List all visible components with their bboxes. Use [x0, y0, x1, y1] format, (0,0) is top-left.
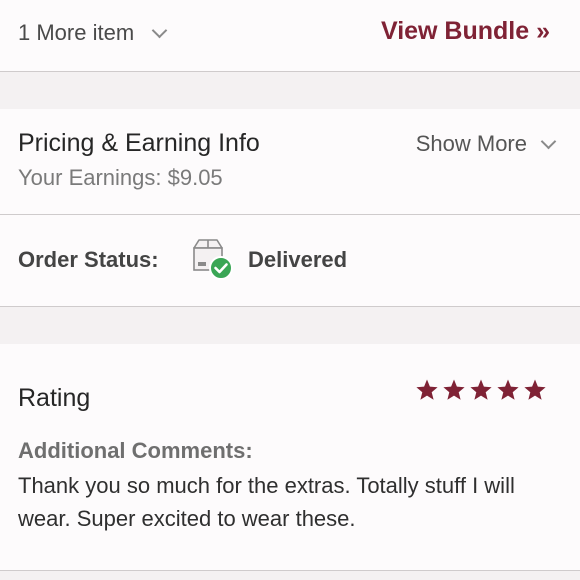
star-icon	[496, 378, 520, 402]
star-icon	[469, 378, 493, 402]
bundle-row: 1 More item View Bundle »	[0, 0, 580, 72]
rating-section: Rating Additional Comments: Thank you so…	[0, 344, 580, 570]
show-more-label: Show More	[415, 131, 527, 156]
show-more-toggle[interactable]: Show More	[415, 131, 557, 157]
comments-text: Thank you so much for the extras. Totall…	[18, 473, 515, 531]
order-status-value: Delivered	[248, 247, 348, 272]
order-status-label: Order Status:	[18, 247, 159, 272]
more-items-toggle[interactable]: 1 More item	[18, 20, 168, 46]
section-gap	[0, 307, 580, 344]
rating-title: Rating	[18, 384, 91, 412]
order-status-section: Order Status: Delivered	[0, 215, 580, 307]
chevron-down-icon	[540, 133, 557, 149]
star-icon	[442, 378, 466, 402]
section-gap	[0, 72, 580, 109]
earnings-text: Your Earnings: $9.05	[18, 165, 223, 190]
view-bundle-link[interactable]: View Bundle »	[381, 17, 550, 46]
delivered-box-check-icon	[190, 237, 236, 283]
star-rating	[415, 378, 547, 402]
more-items-label: 1 More item	[18, 20, 135, 45]
star-icon	[523, 378, 547, 402]
chevron-down-icon	[151, 22, 168, 38]
star-icon	[415, 378, 439, 402]
pricing-title: Pricing & Earning Info	[18, 129, 260, 157]
comments-label: Additional Comments:	[18, 438, 253, 463]
pricing-section: Pricing & Earning Info Your Earnings: $9…	[0, 109, 580, 215]
section-gap	[0, 571, 580, 580]
